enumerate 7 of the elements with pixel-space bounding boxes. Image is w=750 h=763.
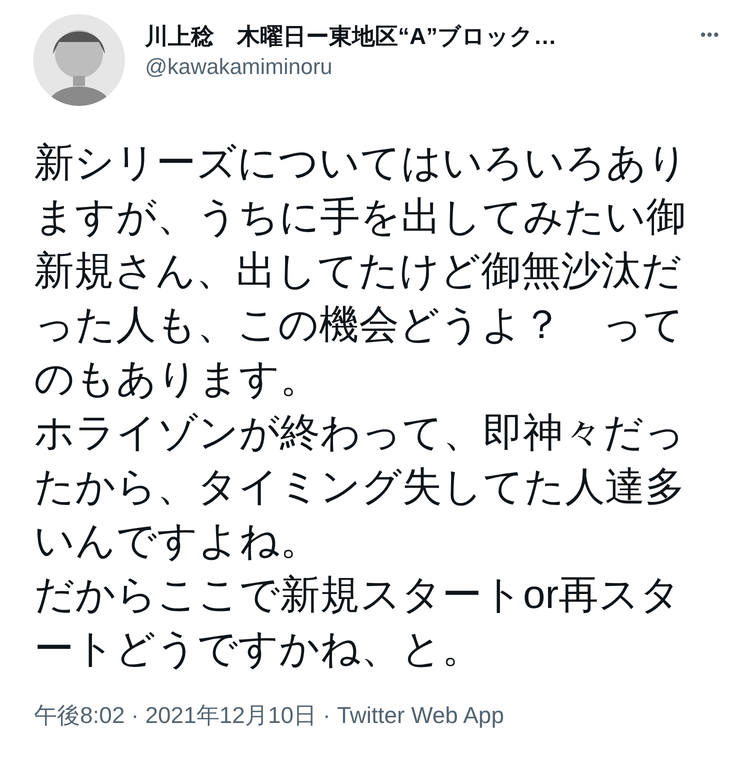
author-handle[interactable]: @kawakamiminoru — [145, 52, 700, 82]
tweet-paragraph: ホライゾンが終わって、即神々だったから、タイミング失してた人達多いんですよね。 — [34, 410, 686, 565]
author-name[interactable]: 川上稔 木曜日ー東地区“A”ブロック… — [145, 20, 700, 52]
tweet-meta: 午後8:02 · 2021年12月10日 · Twitter Web App — [34, 701, 506, 730]
tweet-paragraph: 新シリーズについてはいろいろありますが、うちに手を出してみたい御新規さん、出してたけど御無沙汰だった人も、この機会どうよ？ ってのもあります。 — [34, 140, 689, 403]
more-button[interactable]: ••• — [700, 24, 720, 48]
tweet-paragraph: だからここで新規スタートor再スタートどうですかね、と。 — [34, 572, 682, 673]
